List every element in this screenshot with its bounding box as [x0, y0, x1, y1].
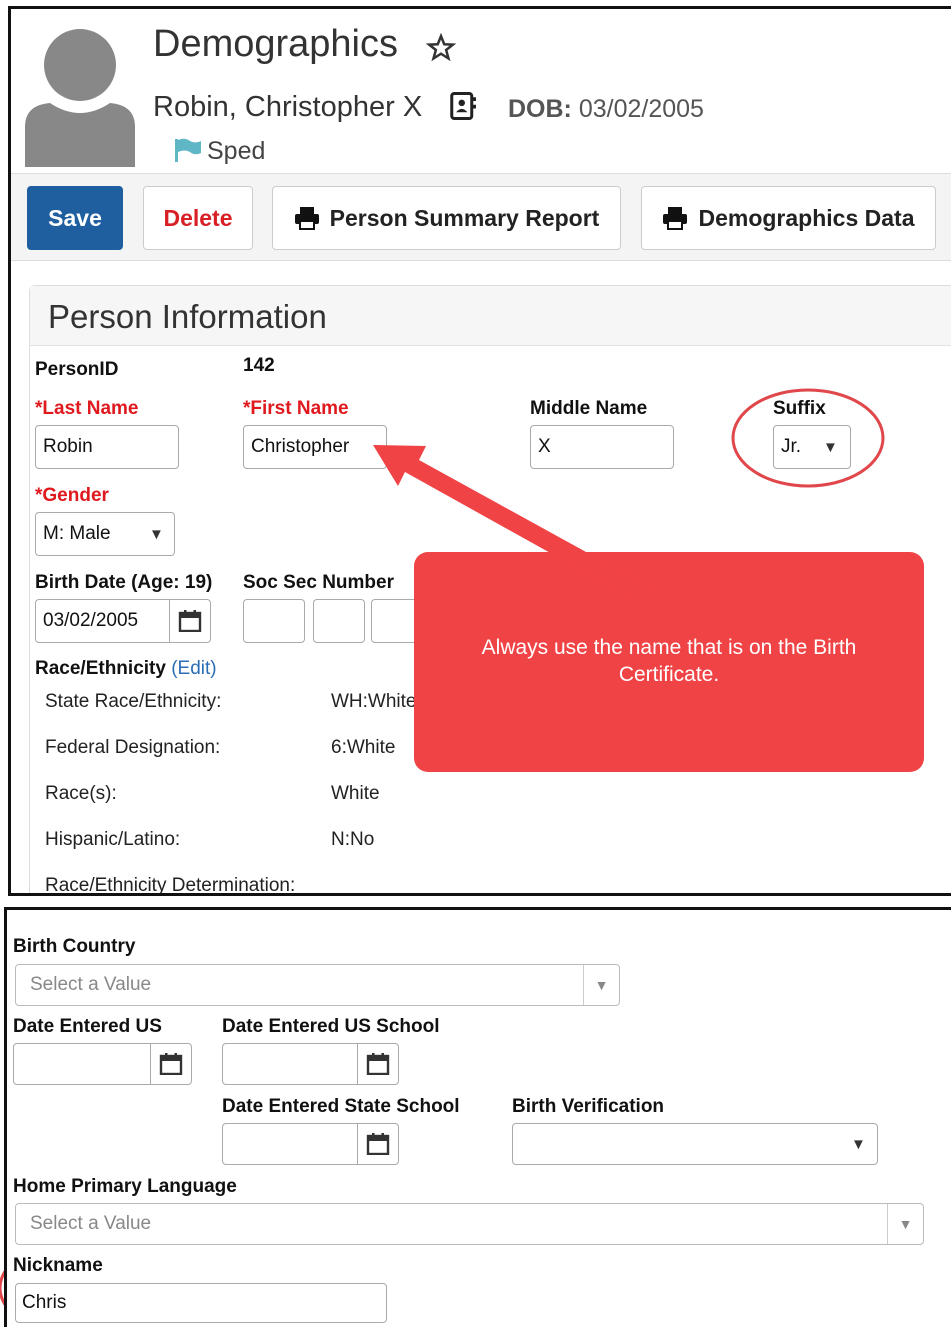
- flag-icon: [175, 138, 201, 162]
- gender-value: M: Male: [43, 523, 111, 544]
- race-ethnicity-heading: Race/Ethnicity (Edit): [35, 658, 217, 680]
- date-entered-us-school-label: Date Entered US School: [222, 1016, 440, 1037]
- calendar-icon: [178, 610, 202, 632]
- race-row-label: Hispanic/Latino:: [45, 829, 181, 850]
- demographics-data-label: Demographics Data: [698, 204, 915, 231]
- chevron-down-icon: ▼: [887, 1204, 923, 1244]
- calendar-button[interactable]: [169, 599, 211, 643]
- date-entered-state-school-field[interactable]: [222, 1123, 358, 1165]
- chevron-down-icon: ▼: [149, 526, 164, 543]
- race-row-label: Race(s):: [45, 783, 117, 804]
- person-name: Robin, Christopher X: [153, 91, 423, 123]
- chevron-down-icon: ▼: [583, 965, 619, 1005]
- printer-icon: [663, 207, 688, 230]
- middle-name-field[interactable]: X: [530, 425, 674, 469]
- birth-country-placeholder: Select a Value: [30, 974, 152, 995]
- suffix-select[interactable]: Jr.: [773, 425, 851, 469]
- chevron-down-icon: ▼: [851, 1136, 866, 1153]
- ssn-label: Soc Sec Number: [243, 572, 394, 593]
- action-toolbar: Save Delete Person Summary Report Demogr…: [11, 173, 951, 261]
- race-row-value: WH:White: [331, 691, 417, 712]
- date-entered-state-school-label: Date Entered State School: [222, 1096, 460, 1117]
- star-icon[interactable]: [426, 33, 456, 63]
- last-name-field[interactable]: Robin: [35, 425, 179, 469]
- person-id-value: 142: [243, 355, 275, 376]
- section-title: Person Information: [30, 286, 951, 346]
- race-row-label: Race/Ethnicity Determination:: [45, 875, 296, 896]
- race-ethnicity-label: Race/Ethnicity: [35, 658, 166, 679]
- calendar-button[interactable]: [357, 1123, 399, 1165]
- additional-demographics-panel: Birth Country Select a Value ▼ Date Ente…: [4, 907, 951, 1327]
- save-button[interactable]: Save: [27, 186, 123, 250]
- birth-country-select[interactable]: Select a Value ▼: [15, 964, 620, 1006]
- race-row-value: White: [331, 783, 380, 804]
- race-edit-link[interactable]: (Edit): [171, 658, 216, 679]
- calendar-icon: [159, 1053, 183, 1075]
- printer-icon: [294, 207, 319, 230]
- home-language-select[interactable]: Select a Value ▼: [15, 1203, 924, 1245]
- race-row-label: State Race/Ethnicity:: [45, 691, 222, 712]
- race-row-value: N:No: [331, 829, 375, 850]
- home-language-label: Home Primary Language: [13, 1176, 237, 1197]
- home-language-placeholder: Select a Value: [30, 1213, 152, 1234]
- dob-label: DOB:: [508, 95, 572, 123]
- ssn-part-1[interactable]: [243, 599, 305, 643]
- last-name-label: *Last Name: [35, 398, 139, 419]
- middle-name-label: Middle Name: [530, 398, 648, 419]
- chevron-down-icon: ▼: [823, 439, 838, 456]
- nickname-field[interactable]: Chris: [15, 1283, 387, 1323]
- gender-label: *Gender: [35, 485, 109, 506]
- birth-verification-select[interactable]: [512, 1123, 878, 1165]
- birth-country-label: Birth Country: [13, 936, 136, 957]
- avatar: [25, 29, 135, 167]
- calendar-button[interactable]: [357, 1043, 399, 1085]
- birth-date-label: Birth Date (Age: 19): [35, 572, 213, 593]
- race-row-label: Federal Designation:: [45, 737, 221, 758]
- birth-verification-label: Birth Verification: [512, 1096, 665, 1117]
- page-title: Demographics: [153, 23, 398, 65]
- report-button-label: Person Summary Report: [329, 204, 600, 231]
- contact-card-icon[interactable]: [448, 91, 478, 121]
- demographics-data-button[interactable]: Demographics Data: [641, 186, 936, 250]
- dob: DOB: 03/02/2005: [508, 95, 704, 124]
- calendar-button[interactable]: [150, 1043, 192, 1085]
- nickname-label: Nickname: [13, 1255, 103, 1276]
- calendar-icon: [366, 1053, 390, 1075]
- birth-date-field[interactable]: 03/02/2005: [35, 599, 170, 643]
- date-entered-us-school-field[interactable]: [222, 1043, 358, 1085]
- date-entered-us-field[interactable]: [13, 1043, 151, 1085]
- person-id-label: PersonID: [35, 359, 119, 380]
- annotation-callout: Always use the name that is on the Birth…: [414, 552, 924, 772]
- ssn-part-2[interactable]: [313, 599, 365, 643]
- first-name-field[interactable]: Christopher: [243, 425, 387, 469]
- calendar-icon: [366, 1133, 390, 1155]
- delete-button[interactable]: Delete: [143, 186, 253, 250]
- person-summary-report-button[interactable]: Person Summary Report: [272, 186, 621, 250]
- suffix-value: Jr.: [781, 436, 802, 457]
- date-entered-us-label: Date Entered US: [13, 1016, 162, 1037]
- dob-value: 03/02/2005: [578, 95, 704, 123]
- first-name-label: *First Name: [243, 398, 349, 419]
- suffix-label: Suffix: [773, 398, 826, 419]
- race-row-value: 6:White: [331, 737, 396, 758]
- sped-flag-label: Sped: [207, 137, 266, 165]
